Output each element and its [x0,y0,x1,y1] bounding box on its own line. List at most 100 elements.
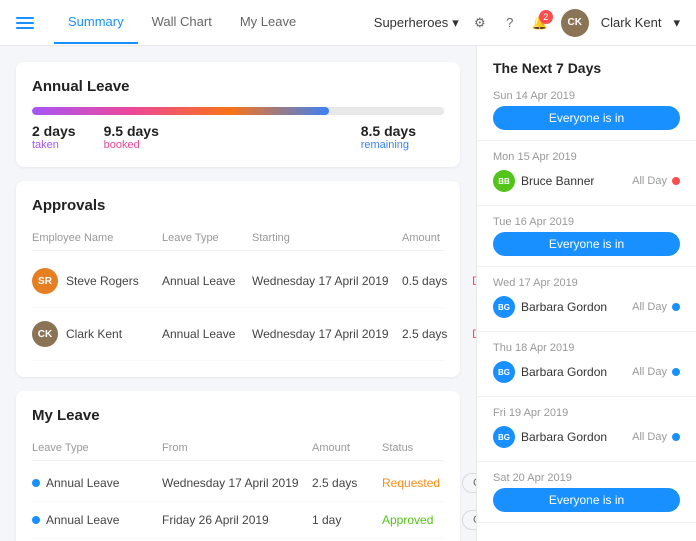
notifications-icon[interactable]: 🔔 2 [531,14,549,32]
employee-cell: SR Steve Rogers [32,268,162,294]
taken-stat: 2 days taken [32,123,76,151]
allday-label: All Day [632,175,667,187]
app-logo[interactable] [16,17,34,29]
day-divider [477,461,696,462]
person-name: Barbara Gordon [521,300,607,314]
avatar: SR [32,268,58,294]
user-chevron-icon: ▾ [673,15,680,31]
day-group: Thu 18 Apr 2019 BG Barbara Gordon All Da… [477,336,696,392]
status-cell: Approved [382,513,462,527]
col-status: Status [382,442,462,454]
tab-wall-chart[interactable]: Wall Chart [138,1,226,44]
table-row: Annual Leave Friday 26 April 2019 1 day … [32,502,444,539]
top-navigation: Summary Wall Chart My Leave Superheroes … [0,0,696,46]
approvals-title: Approvals [32,197,444,214]
hamburger-icon[interactable] [16,17,34,29]
right-panel: The Next 7 Days Sun 14 Apr 2019 Everyone … [476,46,696,541]
leave-progress-bar [32,107,444,115]
remaining-value: 8.5 days [361,123,416,139]
booked-stat: 9.5 days booked [104,123,159,151]
next7days-title: The Next 7 Days [477,46,696,84]
person-info: BG Barbara Gordon [493,296,607,318]
everyone-in-button[interactable]: Everyone is in [493,232,680,256]
allday-label: All Day [632,431,667,443]
day-group: Fri 19 Apr 2019 BG Barbara Gordon All Da… [477,401,696,457]
day-group: Sat 20 Apr 2019 Everyone is in [477,466,696,518]
remaining-stat: 8.5 days remaining [361,123,416,151]
starting-cell: Wednesday 17 April 2019 [252,327,402,341]
person-row: BG Barbara Gordon All Day [493,358,680,386]
page-layout: Annual Leave 2 days taken 9.5 days booke… [0,46,696,541]
my-leave-title: My Leave [32,407,444,424]
day-group: Sun 14 Apr 2019 Everyone is in [477,84,696,136]
user-name[interactable]: Clark Kent [601,15,662,30]
day-label: Sun 14 Apr 2019 [493,90,680,102]
employee-name: Clark Kent [66,327,122,341]
avatar: CK [561,9,589,37]
leave-type: Annual Leave [46,513,119,527]
chevron-down-icon: ▾ [452,15,459,31]
day-label: Fri 19 Apr 2019 [493,407,680,419]
leave-dot [32,479,40,487]
avatar: CK [32,321,58,347]
person-info: BG Barbara Gordon [493,361,607,383]
from-cell: Wednesday 17 April 2019 [162,476,312,490]
annual-leave-title: Annual Leave [32,78,444,95]
employee-name: Steve Rogers [66,274,139,288]
org-name: Superheroes [374,15,448,30]
leave-type-cell: Annual Leave [32,476,162,490]
status-cell: Requested [382,476,462,490]
remaining-label: remaining [361,139,416,151]
day-divider [477,396,696,397]
avatar: BG [493,361,515,383]
settings-icon[interactable]: ⚙ [471,14,489,32]
cancel-button[interactable]: Cancel [462,473,476,493]
col-leave-type: Leave Type [162,232,252,244]
cancel-button[interactable]: Cancel [462,510,476,530]
taken-label: taken [32,139,76,151]
col-amount: Amount [312,442,382,454]
approvals-card: Approvals Employee Name Leave Type Start… [16,181,460,377]
day-divider [477,205,696,206]
person-row: BB Bruce Banner All Day [493,167,680,195]
tab-my-leave[interactable]: My Leave [226,1,310,44]
actions-cell: Cancel ⋮ [462,473,476,493]
status-dot [672,303,680,311]
day-divider [477,331,696,332]
person-info: BG Barbara Gordon [493,426,607,448]
leave-type-cell: Annual Leave [162,327,252,341]
amount-cell: 0.5 days [402,274,472,288]
day-label: Sat 20 Apr 2019 [493,472,680,484]
org-selector[interactable]: Superheroes ▾ [374,15,459,31]
day-divider [477,522,696,523]
employee-cell: CK Clark Kent [32,321,162,347]
next7days-content: Sun 14 Apr 2019 Everyone is in Mon 15 Apr … [477,84,696,523]
annual-leave-card: Annual Leave 2 days taken 9.5 days booke… [16,62,460,167]
avatar: BG [493,426,515,448]
person-name: Barbara Gordon [521,430,607,444]
leave-type-cell: Annual Leave [32,513,162,527]
day-label: Wed 17 Apr 2019 [493,277,680,289]
col-leave-type: Leave Type [32,442,162,454]
day-divider [477,140,696,141]
actions-cell: Cancel ⋮ [462,510,476,530]
help-icon[interactable]: ? [501,14,519,32]
amount-cell: 1 day [312,513,382,527]
amount-cell: 2.5 days [402,327,472,341]
everyone-in-button[interactable]: Everyone is in [493,488,680,512]
day-group: Mon 15 Apr 2019 BB Bruce Banner All Day [477,145,696,201]
leave-stats: 2 days taken 9.5 days booked 8.5 days re… [32,123,444,151]
status-dot [672,177,680,185]
starting-cell: Wednesday 17 April 2019 [252,274,402,288]
day-label: Tue 16 Apr 2019 [493,216,680,228]
table-row: SR Steve Rogers Annual Leave Wednesday 1… [32,255,444,308]
nav-right: Superheroes ▾ ⚙ ? 🔔 2 CK Clark Kent ▾ [374,9,680,37]
day-label: Thu 18 Apr 2019 [493,342,680,354]
status-dot [672,433,680,441]
everyone-in-button[interactable]: Everyone is in [493,106,680,130]
my-leave-header: Leave Type From Amount Status [32,436,444,461]
person-info: BB Bruce Banner [493,170,594,192]
tab-summary[interactable]: Summary [54,1,138,44]
booked-value: 9.5 days [104,123,159,139]
leave-type: Annual Leave [46,476,119,490]
